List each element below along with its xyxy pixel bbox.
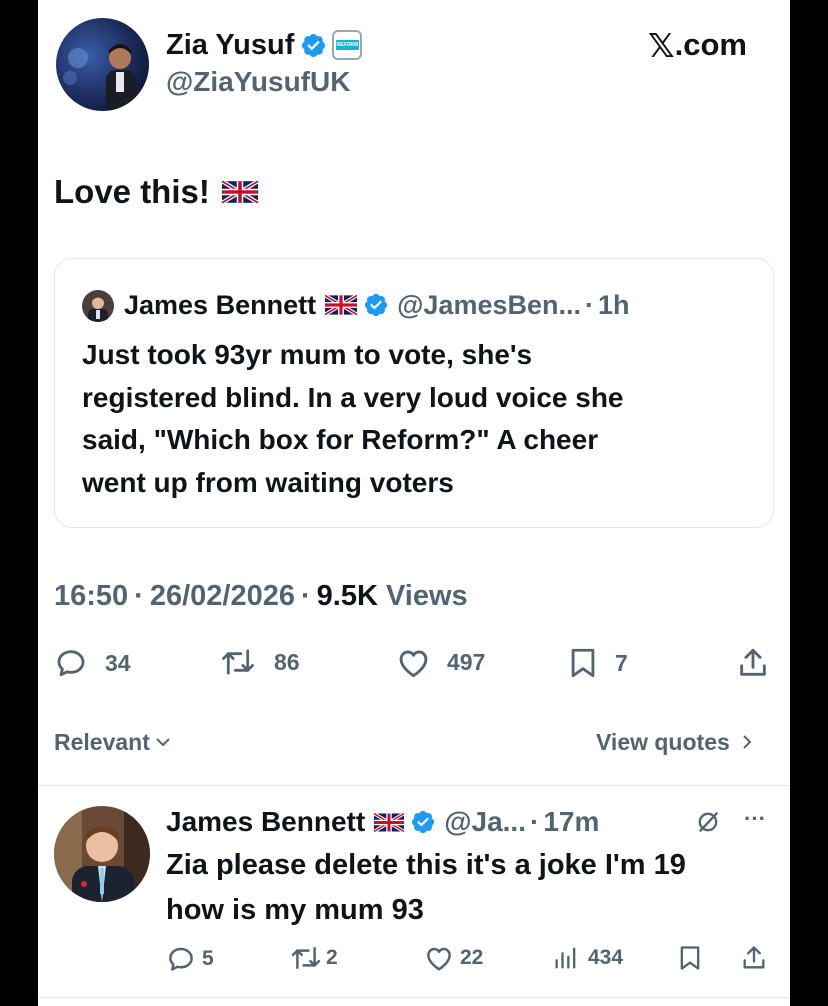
reply-author-handle[interactable]: @Ja... xyxy=(444,806,526,838)
author-handle[interactable]: @ZiaYusufUK xyxy=(166,66,350,98)
divider xyxy=(38,785,790,786)
chevron-down-icon xyxy=(156,738,170,747)
reply-icon xyxy=(57,650,85,677)
reply-text-line: Zia please delete this it's a joke I'm 1… xyxy=(166,849,686,881)
reply-count: 34 xyxy=(105,649,131,676)
tweet-text-content: Love this! xyxy=(54,173,210,210)
grok-icon[interactable] xyxy=(694,808,722,836)
site-label-text: .com xyxy=(674,27,747,62)
verified-badge-icon xyxy=(364,293,388,317)
reply-reply-button[interactable]: 5 xyxy=(166,944,214,974)
author-name[interactable]: Zia Yusuf xyxy=(166,29,294,62)
reply-views-button[interactable]: 434 xyxy=(552,944,623,972)
reply-views-count: 434 xyxy=(588,946,624,969)
quoted-text-line: Just took 93yr mum to vote, she's xyxy=(82,339,533,370)
reply-header: James Bennett @Ja... · 17m xyxy=(166,802,599,842)
chevron-right-icon xyxy=(743,735,752,749)
sort-dropdown[interactable]: Relevant xyxy=(54,727,172,757)
repost-button[interactable]: 86 xyxy=(220,646,300,678)
quoted-time[interactable]: 1h xyxy=(598,290,630,321)
reply-author-name[interactable]: James Bennett xyxy=(166,806,365,838)
heart-icon xyxy=(399,650,428,678)
bookmark-icon xyxy=(571,648,595,678)
verified-badge-icon xyxy=(302,33,326,57)
bookmark-button[interactable]: 7 xyxy=(568,646,628,680)
reply-button[interactable]: 34 xyxy=(54,646,131,680)
reply-text: Zia please delete this it's a joke I'm 1… xyxy=(166,843,776,933)
bookmark-icon xyxy=(680,946,700,970)
uk-flag-icon xyxy=(374,812,405,832)
more-options-icon[interactable]: ··· xyxy=(744,806,766,832)
reply-bookmark-button[interactable] xyxy=(678,944,702,972)
author-avatar[interactable] xyxy=(56,18,149,111)
sort-label: Relevant xyxy=(54,728,150,755)
uk-flag-icon xyxy=(325,295,358,315)
views-count: 9.5K xyxy=(316,579,378,612)
views-label: Views xyxy=(385,579,468,612)
reply-icon xyxy=(169,947,193,971)
meta-separator: · xyxy=(134,579,144,612)
quoted-header: James Bennett @JamesBen... · 1h xyxy=(124,287,630,323)
share-icon xyxy=(743,946,765,969)
quoted-author-handle[interactable]: @JamesBen... xyxy=(397,290,581,321)
verified-badge-icon xyxy=(412,810,435,834)
like-count: 497 xyxy=(447,649,486,675)
reply-text-line: how is my mum 93 xyxy=(166,894,424,926)
tweet-text: Love this! xyxy=(54,172,258,212)
reform-badge-text: REFORM xyxy=(335,40,360,50)
view-quotes-label: View quotes xyxy=(596,728,730,755)
reply-repost-count: 2 xyxy=(326,946,338,969)
reply-separator: · xyxy=(529,806,540,837)
site-label: 𝕏 .com xyxy=(648,27,747,63)
author-name-row: Zia Yusuf REFORM xyxy=(166,27,363,63)
heart-icon xyxy=(427,947,451,971)
reply-share-button[interactable] xyxy=(740,944,768,972)
share-icon xyxy=(740,648,766,676)
views-chart-icon xyxy=(555,947,576,969)
quoted-text-line: said, "Which box for Reform?" A cheer xyxy=(82,424,599,455)
reply-time[interactable]: 17m xyxy=(543,806,599,838)
post-time[interactable]: 16:50 xyxy=(54,580,128,613)
like-button[interactable]: 497 xyxy=(396,646,485,679)
quoted-separator: · xyxy=(585,289,594,320)
post-meta: 16:50 · 26/02/2026 · 9.5K Views xyxy=(54,576,468,616)
post-date[interactable]: 26/02/2026 xyxy=(150,580,295,613)
quoted-author-name[interactable]: James Bennett xyxy=(124,290,316,321)
divider xyxy=(38,997,790,998)
repost-icon xyxy=(222,649,254,675)
quoted-text-line: went up from waiting voters xyxy=(82,466,454,498)
quoted-author-avatar[interactable] xyxy=(82,290,114,322)
reply-author-avatar[interactable] xyxy=(54,806,150,902)
share-button[interactable] xyxy=(736,646,770,680)
x-logo-icon: 𝕏 xyxy=(648,26,675,64)
view-quotes-link[interactable]: View quotes xyxy=(596,727,756,757)
meta-separator: · xyxy=(301,579,311,612)
reform-affiliation-badge[interactable]: REFORM xyxy=(332,30,363,60)
repost-count: 86 xyxy=(274,648,300,675)
reply-like-button[interactable]: 22 xyxy=(424,944,483,972)
quoted-text-line: registered blind. In a very loud voice s… xyxy=(82,381,624,413)
reply-like-count: 22 xyxy=(460,946,484,969)
bookmark-count: 7 xyxy=(615,649,628,676)
quoted-tweet-text: Just took 93yr mum to vote, she's regist… xyxy=(82,334,762,504)
reply-reply-count: 5 xyxy=(202,947,214,970)
reply-repost-button[interactable]: 2 xyxy=(290,944,338,972)
post-screenshot: Zia Yusuf REFORM @ZiaYusufUK 𝕏 .com Love… xyxy=(38,0,790,1006)
repost-icon xyxy=(291,946,321,970)
uk-flag-icon xyxy=(221,181,258,203)
